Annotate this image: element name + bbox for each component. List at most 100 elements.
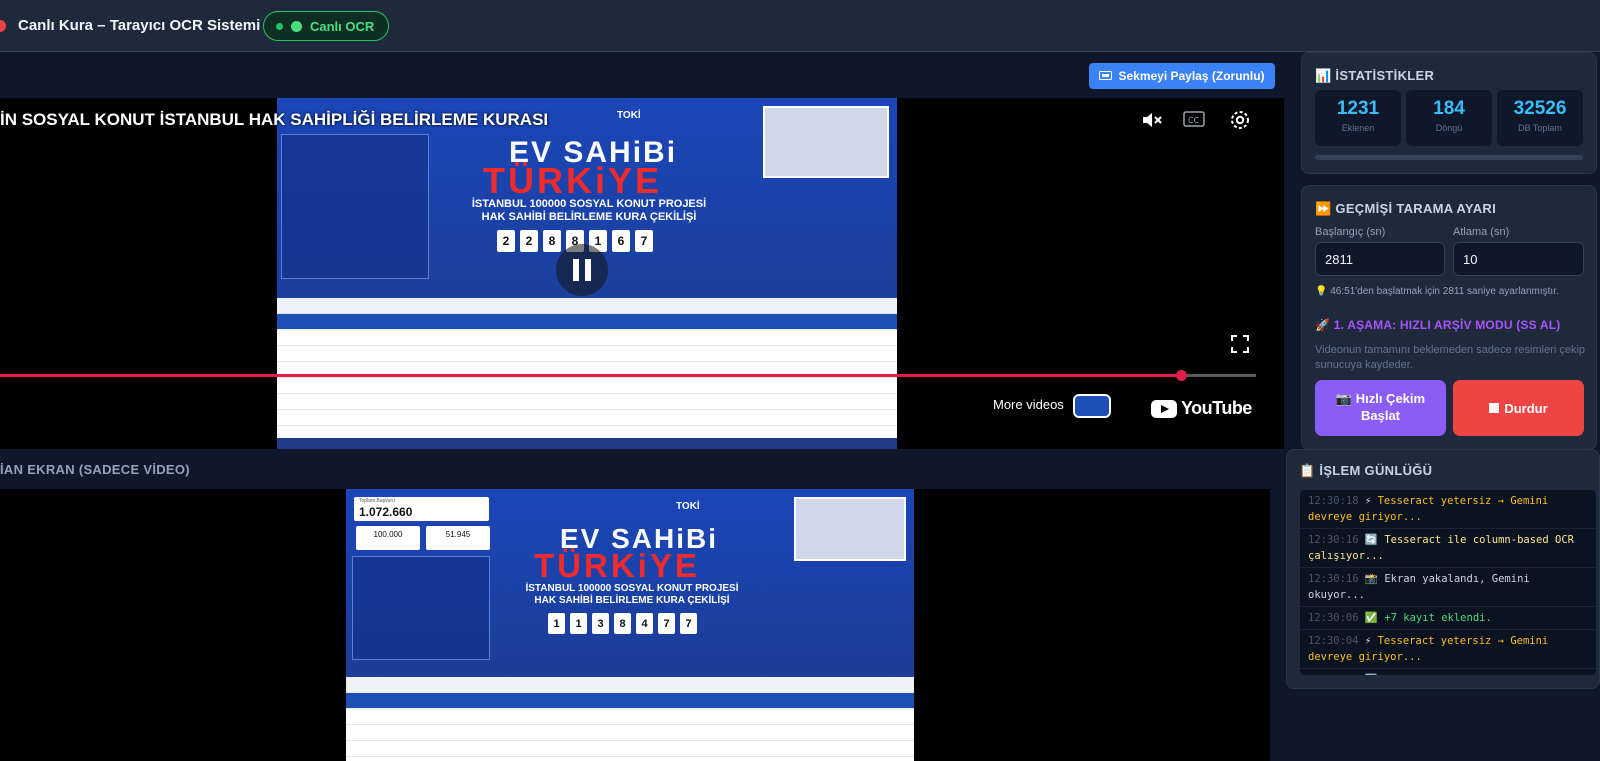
video-title[interactable]: İN SOSYAL KONUT İSTANBUL HAK SAHİPLİĞİ B…: [0, 110, 548, 130]
live-dot-icon: [291, 20, 302, 32]
progress-fill: [0, 374, 1181, 377]
draw-digit: 7: [680, 613, 697, 634]
draw-digit: 6: [612, 230, 630, 252]
captured-toki-logo: TOKİ: [676, 501, 700, 512]
status-dot-icon: [276, 22, 283, 30]
video-progress-bar[interactable]: [0, 370, 1256, 381]
log-entry: 12:30:16 🔄 Tesseract ile column-based OC…: [1300, 529, 1596, 568]
quota-box: 100.000: [356, 526, 420, 550]
log-timestamp: 12:30:04: [1308, 635, 1365, 647]
log-title: 📋 İŞLEM GÜNLÜĞÜ: [1299, 463, 1433, 478]
fast-forward-icon: ⏩: [1315, 201, 1332, 216]
total-applications-box: Toplam Başvuru 1.072.660: [354, 497, 489, 521]
stats-panel-graphic: [281, 134, 429, 279]
fast-capture-button[interactable]: 📷 Hızlı Çekim Başlat: [1315, 380, 1446, 436]
skip-label: Atlama (sn): [1453, 226, 1510, 238]
pause-button[interactable]: [556, 244, 608, 296]
captured-frame: Toplam Başvuru 1.072.660 100.000 51.945 …: [346, 489, 914, 761]
log-status-icon: ⚡: [1364, 635, 1378, 647]
captured-subheading: İSTANBUL 100000 SOSYAL KONUT PROJESİ HAK…: [525, 583, 739, 606]
stat-db-total: 32526 DB Toplam: [1497, 90, 1583, 146]
svg-text:CC: CC: [1188, 116, 1200, 125]
log-entry: 12:30:06 ✅ +7 kayıt eklendi.: [1300, 607, 1596, 630]
bulb-icon: 💡: [1315, 286, 1328, 297]
draw-digit: 4: [636, 613, 653, 634]
captured-draw-digits: 1138477: [548, 613, 697, 634]
log-status-icon: 🔄: [1365, 674, 1384, 675]
draw-digit: 7: [635, 230, 653, 252]
log-entry: 12:30:01 🔄 Tesseract ile column-based OC…: [1300, 669, 1596, 675]
top-bar: Canlı Kura – Tarayıcı OCR Sistemi Canlı …: [0, 0, 1600, 52]
inset-camera-thumbnail: [763, 106, 889, 178]
log-timestamp: 12:30:06: [1308, 612, 1365, 624]
draw-digit: 8: [543, 230, 561, 252]
start-label: Başlangıç (sn): [1315, 226, 1386, 238]
record-dot-icon: [0, 20, 6, 32]
draw-digit: 2: [520, 230, 538, 252]
draw-digit: 1: [548, 613, 565, 634]
log-entry: 12:30:18 ⚡ Tesseract yetersiz → Gemini d…: [1300, 490, 1596, 529]
captured-screen-preview: Toplam Başvuru 1.072.660 100.000 51.945 …: [0, 489, 1270, 761]
clipboard-icon: 📋: [1299, 463, 1316, 478]
camera-icon: 📷: [1335, 391, 1353, 407]
log-status-icon: 📸: [1364, 573, 1385, 585]
youtube-wordmark: YouTube: [1181, 398, 1252, 418]
skip-seconds-input[interactable]: 10: [1453, 242, 1584, 276]
stats-card: 📊 İSTATİSTİKLER 1231 Eklenen 184 Döngü 325…: [1301, 52, 1597, 174]
start-hint: 💡 46:51'den başlatmak için 2811 saniye a…: [1315, 286, 1559, 297]
stop-button[interactable]: Durdur: [1453, 380, 1584, 436]
scan-title: ⏩ GEÇMİŞİ TARAMA AYARI: [1315, 201, 1496, 216]
log-entry: 12:30:16 📸 Ekran yakalandı, Gemini okuyo…: [1300, 568, 1596, 607]
draw-digit: 1: [570, 613, 587, 634]
more-videos-thumbnail-icon[interactable]: [1073, 394, 1111, 418]
youtube-play-icon: [1151, 399, 1177, 418]
log-timestamp: 12:30:18: [1308, 495, 1365, 507]
chart-icon: 📊: [1315, 68, 1332, 83]
fast-capture-label: Hızlı Çekim Başlat: [1355, 391, 1426, 423]
start-seconds-input[interactable]: 2811: [1315, 242, 1445, 276]
captions-icon[interactable]: CC: [1183, 109, 1205, 134]
results-table-graphic: [277, 298, 897, 438]
log-timestamp: 12:30:16: [1308, 573, 1365, 585]
youtube-logo[interactable]: YouTube: [1151, 398, 1252, 419]
settings-gear-icon[interactable]: [1228, 108, 1252, 137]
log-timestamp: 12:30:16: [1308, 534, 1365, 546]
youtube-player[interactable]: İN SOSYAL KONUT İSTANBUL HAK SAHİPLİĞİ B…: [0, 98, 1284, 449]
captured-turkiye: TÜRKiYE: [534, 547, 700, 584]
stop-icon: [1489, 403, 1500, 413]
draw-digit: 7: [658, 613, 675, 634]
captured-results-table: [346, 677, 914, 761]
live-ocr-badge: Canlı OCR: [263, 11, 390, 41]
log-status-icon: 🔄: [1364, 534, 1385, 546]
log-timestamp: 12:30:01: [1308, 674, 1365, 675]
operation-log[interactable]: 12:30:18 ⚡ Tesseract yetersiz → Gemini d…: [1299, 489, 1597, 676]
stat-added: 1231 Eklenen: [1315, 90, 1401, 146]
captured-stats-panel: [352, 556, 490, 660]
log-message: +7 kayıt eklendi.: [1384, 612, 1492, 624]
draw-digit: 8: [614, 613, 631, 634]
share-tab-button[interactable]: Sekmeyi Paylaş (Zorunlu): [1089, 63, 1275, 89]
stats-title: 📊 İSTATİSTİKLER: [1315, 68, 1435, 83]
total-applications-label: Toplam Başvuru: [359, 498, 395, 504]
project-subheading: İSTANBUL 100000 SOSYAL KONUT PROJESİ HAK…: [471, 198, 707, 223]
phase-description: Videonun tamamını beklemeden sadece resi…: [1315, 344, 1586, 371]
phase-title: 🚀 1. AŞAMA: HIZLI ARŞİV MODU (SS AL): [1315, 318, 1561, 332]
stop-label: Durdur: [1504, 400, 1548, 416]
live-ocr-label: Canlı OCR: [310, 18, 375, 34]
captured-camera-thumbnail: [794, 497, 906, 561]
screen-share-icon: [1099, 71, 1113, 80]
turkiye-heading: TÜRKiYE: [483, 160, 663, 201]
toki-logo: TOKİ: [617, 110, 641, 121]
stats-progress-bar: [1315, 155, 1583, 160]
total-applications-value: 1.072.660: [359, 505, 413, 519]
live-screen-label: İAN EKRAN (SADECE VİDEO): [0, 462, 190, 477]
more-videos-link[interactable]: More videos: [993, 397, 1064, 412]
progress-scrubber[interactable]: [1175, 370, 1187, 381]
app-title: Canlı Kura – Tarayıcı OCR Sistemi: [18, 17, 261, 34]
mute-icon[interactable]: [1140, 108, 1164, 137]
scan-settings-card: ⏩ GEÇMİŞİ TARAMA AYARI Başlangıç (sn) 28…: [1301, 185, 1597, 450]
draw-digit: 2: [497, 230, 515, 252]
fullscreen-icon[interactable]: [1230, 334, 1250, 359]
log-status-icon: ⚡: [1364, 495, 1378, 507]
stat-cycles: 184 Döngü: [1406, 90, 1492, 146]
